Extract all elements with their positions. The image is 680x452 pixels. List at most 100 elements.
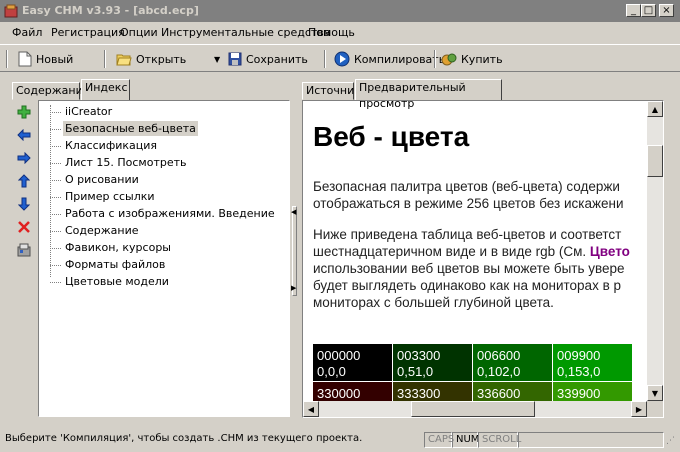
preview-heading: Веб - цвета <box>313 121 470 152</box>
save-button[interactable]: Сохранить <box>228 49 308 69</box>
tab-preview[interactable]: Предварительный просмотр <box>355 79 502 110</box>
resize-grip-icon[interactable]: ⋰ <box>666 436 675 446</box>
status-bar: Выберите 'Компиляция', чтобы создать .CH… <box>0 430 680 452</box>
color-hex: 000000 <box>317 348 361 363</box>
save-disk-icon <box>228 52 242 66</box>
open-button-label: Открыть <box>136 52 187 66</box>
buy-button[interactable]: Купить <box>441 49 503 69</box>
menu-help[interactable]: Помощь <box>308 26 355 39</box>
tab-contents[interactable]: Содержание <box>12 82 90 100</box>
preview-content: Веб - цвета Безопасная палитра цветов (в… <box>303 101 647 401</box>
color-cell: 339900 <box>553 382 633 401</box>
color-cell: 003300 0,51,0 <box>393 344 473 382</box>
menu-registration[interactable]: Регистрация <box>51 26 125 39</box>
color-rgb: 0,0,0 <box>317 364 346 379</box>
new-button[interactable]: Новый <box>18 49 73 69</box>
color-hex: 009900 <box>557 348 601 363</box>
preview-text: мониторах с большей глубиной цвета. <box>313 295 554 310</box>
buy-cart-icon <box>441 53 457 66</box>
open-folder-icon <box>116 54 132 66</box>
color-rgb: 0,102,0 <box>477 364 521 379</box>
pane-splitter[interactable]: ◀ ▶ <box>290 76 299 420</box>
add-item-button[interactable] <box>15 104 33 120</box>
color-cell: 000000 0,0,0 <box>313 344 393 382</box>
tree-item[interactable]: Классификация <box>63 138 159 153</box>
scroll-left-button[interactable]: ◀ <box>303 401 319 417</box>
arrow-up-icon <box>18 174 30 188</box>
color-cell: 009900 0,153,0 <box>553 344 633 382</box>
compile-button-label: Компилировать <box>354 52 446 66</box>
tree-item[interactable]: Цветовые модели <box>63 274 171 289</box>
title-bar[interactable]: Easy CHM v3.93 - [abcd.ecp] _ □ × <box>0 0 680 22</box>
menu-tools[interactable]: Инструментальные средства <box>161 26 331 39</box>
move-right-button[interactable] <box>15 150 33 166</box>
move-down-button[interactable] <box>15 196 33 212</box>
color-cell: 006600 0,102,0 <box>473 344 553 382</box>
caps-indicator: CAPS <box>424 432 454 448</box>
index-tree[interactable]: iiCreator Безопасные веб-цвета Классифик… <box>38 100 290 417</box>
horizontal-scrollbar[interactable]: ◀ ▶ <box>303 401 647 417</box>
delete-item-button[interactable] <box>15 219 33 235</box>
maximize-button[interactable]: □ <box>641 4 656 17</box>
tree-branch <box>50 265 61 266</box>
scroll-right-button[interactable]: ▶ <box>631 401 647 417</box>
compile-play-icon <box>334 51 350 67</box>
color-cell: 333300 <box>393 382 473 401</box>
menu-bar: Файл Регистрация Опции Инструментальные … <box>0 22 680 42</box>
tree-item[interactable]: Работа с изображениями. Введение <box>63 206 277 221</box>
tree-item[interactable]: Содержание <box>63 223 141 238</box>
menu-file[interactable]: Файл <box>12 26 42 39</box>
move-left-button[interactable] <box>15 127 33 143</box>
tree-item[interactable]: О рисовании <box>63 172 141 187</box>
toolbar: Новый Открыть ▼ Сохранить Компилировать … <box>0 44 680 72</box>
color-cell: 336600 <box>473 382 553 401</box>
compile-button[interactable]: Компилировать <box>334 49 445 69</box>
preview-panel[interactable]: Веб - цвета Безопасная палитра цветов (в… <box>302 100 664 418</box>
tree-item[interactable]: iiCreator <box>63 104 114 119</box>
properties-button[interactable] <box>15 242 33 258</box>
open-dropdown-button[interactable]: ▼ <box>214 49 220 69</box>
toolbar-separator <box>104 50 106 68</box>
arrow-down-icon <box>18 197 30 211</box>
tab-source[interactable]: Источник <box>302 82 361 100</box>
tree-item[interactable]: Лист 15. Посмотреть <box>63 155 189 170</box>
move-up-button[interactable] <box>15 173 33 189</box>
tree-branch <box>50 146 61 147</box>
new-document-icon <box>18 51 32 67</box>
save-button-label: Сохранить <box>246 52 308 66</box>
preview-text: использовании веб цветов вы можете быть … <box>313 261 625 276</box>
tree-item[interactable]: Пример ссылки <box>63 189 157 204</box>
tree-branch <box>50 282 61 283</box>
tree-item-selected[interactable]: Безопасные веб-цвета <box>63 121 198 136</box>
scroll-up-icon: ▲ <box>651 104 659 114</box>
color-hex: 003300 <box>397 348 441 363</box>
scroll-down-button[interactable]: ▼ <box>647 385 663 401</box>
close-button[interactable]: × <box>659 4 674 17</box>
toolbar-separator <box>434 50 436 68</box>
preview-text: будет выглядеть одинаково как на монитор… <box>313 278 621 293</box>
tree-item[interactable]: Форматы файлов <box>63 257 167 272</box>
add-icon <box>17 105 31 119</box>
color-hex: 330000 <box>317 386 361 401</box>
scroll-up-button[interactable]: ▲ <box>647 101 663 117</box>
open-button[interactable]: Открыть <box>116 49 186 69</box>
toolbar-grip <box>6 50 8 68</box>
minimize-button[interactable]: _ <box>626 4 641 17</box>
menu-options[interactable]: Опции <box>120 26 158 39</box>
status-panel-empty <box>518 432 664 448</box>
preview-link[interactable]: Цвето <box>590 244 630 259</box>
tree-branch <box>50 112 61 113</box>
vertical-scrollbar[interactable]: ▲ ▼ <box>647 101 663 401</box>
color-hex: 336600 <box>477 386 521 401</box>
tree-item[interactable]: Фавикон, курсоры <box>63 240 173 255</box>
splitter-handle[interactable] <box>292 206 297 296</box>
tab-index[interactable]: Индекс <box>81 79 130 100</box>
delete-icon <box>18 221 30 233</box>
color-hex: 006600 <box>477 348 521 363</box>
status-message: Выберите 'Компиляция', чтобы создать .CH… <box>5 433 363 444</box>
vertical-scroll-thumb[interactable] <box>647 145 663 177</box>
color-rgb: 0,51,0 <box>397 364 434 379</box>
horizontal-scroll-thumb[interactable] <box>411 401 535 417</box>
color-rgb: 0,153,0 <box>557 364 601 379</box>
num-indicator: NUM <box>452 432 479 448</box>
